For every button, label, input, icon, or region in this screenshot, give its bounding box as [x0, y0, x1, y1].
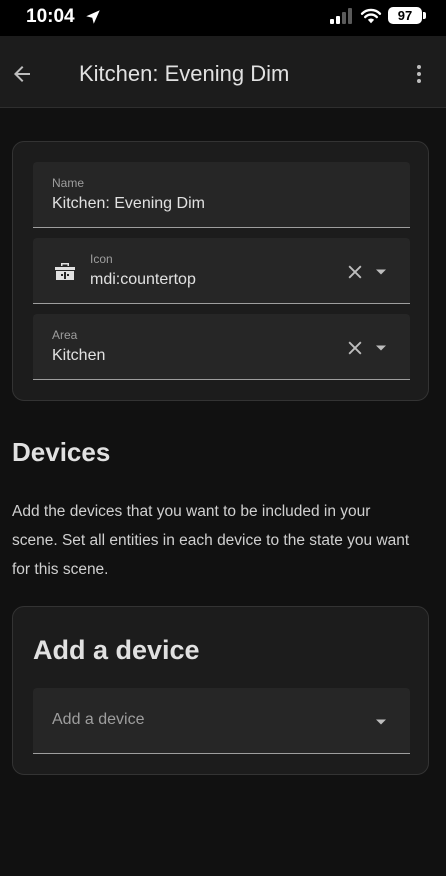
name-field-value: Kitchen: Evening Dim	[52, 195, 205, 212]
icon-field-label: Icon	[90, 252, 113, 266]
icon-field-value: mdi:countertop	[90, 271, 196, 288]
area-field[interactable]: Area Kitchen	[33, 314, 410, 380]
battery-indicator: 97	[388, 7, 426, 24]
status-time: 10:04	[26, 6, 75, 27]
area-field-value: Kitchen	[52, 347, 106, 364]
add-device-select[interactable]: Add a device	[33, 688, 410, 754]
add-device-heading: Add a device	[33, 635, 200, 665]
name-field-label: Name	[52, 176, 85, 190]
arrow-left-icon[interactable]	[10, 62, 34, 86]
devices-description: Add the devices that you want to be incl…	[12, 503, 410, 578]
cellular-signal-icon	[330, 8, 352, 24]
menu-down-icon[interactable]	[371, 712, 391, 732]
countertop-icon	[55, 263, 75, 280]
name-field[interactable]: Name Kitchen: Evening Dim	[33, 162, 410, 228]
devices-heading: Devices	[12, 437, 111, 467]
page-title: Kitchen: Evening Dim	[79, 61, 290, 86]
wifi-icon	[360, 8, 382, 24]
dots-vertical-icon[interactable]	[407, 62, 431, 86]
add-device-placeholder: Add a device	[52, 711, 145, 728]
icon-field[interactable]: Icon mdi:countertop	[33, 238, 410, 304]
scene-details-card: Name Kitchen: Evening Dim Icon mdi:count…	[12, 141, 429, 401]
status-bar: 10:04 97	[0, 0, 446, 36]
app-bar: Kitchen: Evening Dim	[0, 36, 446, 108]
clear-icon[interactable]	[345, 262, 365, 282]
add-device-card: Add a device Add a device	[12, 606, 429, 775]
clear-icon[interactable]	[345, 338, 365, 358]
location-arrow-icon	[86, 10, 100, 24]
area-field-label: Area	[52, 328, 78, 342]
menu-down-icon[interactable]	[371, 262, 391, 282]
menu-down-icon[interactable]	[371, 338, 391, 358]
